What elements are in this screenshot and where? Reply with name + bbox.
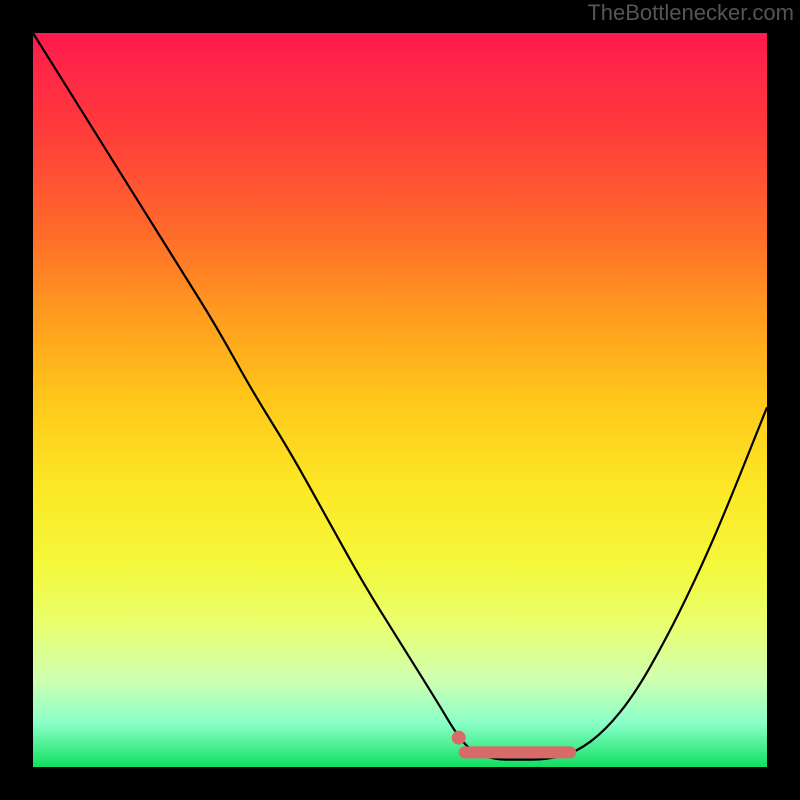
bottleneck-curve xyxy=(33,33,767,760)
chart-svg xyxy=(33,33,767,767)
optimal-range-bar xyxy=(459,746,576,758)
attribution-text: TheBottlenecker.com xyxy=(587,0,794,26)
optimal-marker-dot xyxy=(452,731,466,745)
